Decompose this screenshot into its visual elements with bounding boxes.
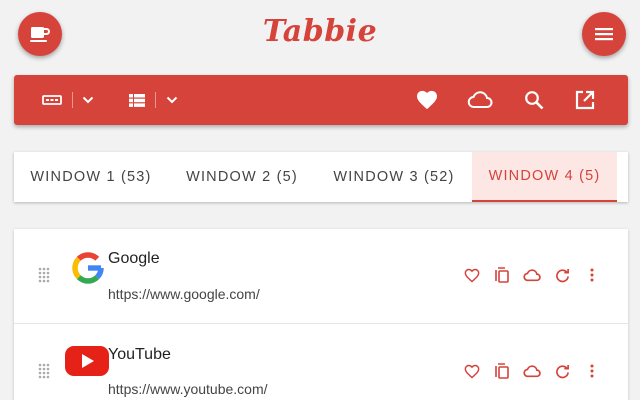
tab-more-button[interactable]: [583, 362, 601, 380]
copy-icon: [495, 267, 509, 283]
heart-icon: [417, 90, 437, 110]
menu-button[interactable]: [582, 12, 626, 56]
open-external-button[interactable]: [572, 88, 598, 112]
refresh-icon: [555, 268, 569, 282]
tab-title: YouTube: [108, 346, 171, 363]
duplicate-tab-button[interactable]: [493, 362, 511, 380]
grid-view-icon: [129, 93, 145, 107]
reload-tab-button[interactable]: [553, 266, 571, 284]
tab-window-4[interactable]: WINDOW 4 (5): [472, 152, 617, 202]
tab-title: Google: [108, 250, 160, 267]
favorites-button[interactable]: [414, 88, 440, 112]
tab-url: https://www.youtube.com/: [108, 381, 268, 397]
view-mode-button[interactable]: [40, 90, 64, 110]
search-icon: [525, 91, 544, 110]
tab-list: Google https://www.google.com/ YouTube h…: [14, 229, 628, 400]
youtube-logo-icon: [65, 346, 109, 376]
cloud-icon: [467, 91, 493, 108]
view-mode-icon: [42, 95, 62, 105]
tab-more-button[interactable]: [583, 266, 601, 284]
save-tab-cloud-button[interactable]: [523, 362, 541, 380]
more-vertical-icon: [590, 364, 594, 378]
list-item[interactable]: Google https://www.google.com/: [14, 229, 628, 323]
toolbar: [14, 75, 628, 125]
list-item[interactable]: YouTube https://www.youtube.com/: [14, 323, 628, 400]
drag-handle-icon[interactable]: [38, 363, 50, 379]
reload-tab-button[interactable]: [553, 362, 571, 380]
search-button[interactable]: [521, 88, 547, 112]
copy-icon: [495, 363, 509, 379]
cloud-outline-icon: [523, 268, 541, 281]
tab-window-3[interactable]: WINDOW 3 (52): [316, 152, 472, 202]
refresh-icon: [555, 364, 569, 378]
open-external-icon: [575, 90, 595, 110]
tab-window-1[interactable]: WINDOW 1 (53): [14, 152, 168, 202]
favorite-tab-button[interactable]: [463, 266, 481, 284]
save-tab-cloud-button[interactable]: [523, 266, 541, 284]
hamburger-menu-icon: [595, 28, 613, 41]
tab-url: https://www.google.com/: [108, 286, 260, 302]
cloud-outline-icon: [523, 364, 541, 377]
more-vertical-icon: [590, 268, 594, 282]
tab-window-2[interactable]: WINDOW 2 (5): [168, 152, 316, 202]
chevron-down-icon: [82, 96, 94, 104]
view-mode-dropdown[interactable]: [78, 90, 98, 110]
chevron-down-icon: [166, 96, 178, 104]
drag-handle-icon[interactable]: [38, 267, 50, 283]
app-logo: Tabbie: [262, 14, 378, 49]
cloud-button[interactable]: [465, 88, 495, 112]
grid-view-button[interactable]: [125, 90, 149, 110]
window-tabs: WINDOW 1 (53) WINDOW 2 (5) WINDOW 3 (52)…: [14, 152, 628, 202]
favorite-tab-button[interactable]: [463, 362, 481, 380]
duplicate-tab-button[interactable]: [493, 266, 511, 284]
grid-view-dropdown[interactable]: [162, 90, 182, 110]
heart-outline-icon: [464, 364, 480, 378]
google-logo-icon: [72, 252, 104, 284]
heart-outline-icon: [464, 268, 480, 282]
